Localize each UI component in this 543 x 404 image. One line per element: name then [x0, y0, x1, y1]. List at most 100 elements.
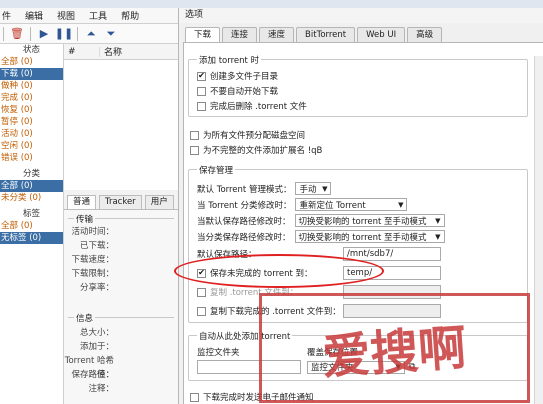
info-field-label-4: 注释：	[88, 384, 114, 394]
torrent-list[interactable]	[64, 60, 178, 190]
options-scrollbar[interactable]	[534, 56, 543, 404]
create-subfolder-label: 创建多文件子目录	[210, 72, 279, 82]
default-path-changed-label: 当默认保存路径修改时：	[197, 216, 291, 227]
tab-trackers[interactable]: Tracker	[99, 195, 142, 209]
category-path-changed-value: 切换受影响的 torrent 至手动模式	[298, 232, 427, 243]
tag-header: 标签	[22, 209, 40, 219]
column-number[interactable]: #	[64, 46, 100, 57]
info-field-label-0: 总大小：	[79, 328, 114, 338]
category-filter-1[interactable]: 未分类 (0)	[0, 192, 63, 204]
toolbar-separator	[77, 26, 78, 41]
delete-torrent-option[interactable]: 完成后删除 .torrent 文件	[197, 100, 307, 112]
tab-webui[interactable]: Web UI	[357, 27, 406, 42]
pause-icon[interactable]: ❚❚	[54, 25, 74, 43]
highlight-annotation	[174, 254, 384, 288]
chevron-down-icon: ▼	[435, 216, 441, 225]
detail-tabs: 普通 Tracker 用户	[64, 194, 178, 210]
info-field-label-2: Torrent 哈希值：	[64, 356, 114, 380]
append-ext-checkbox[interactable]	[190, 145, 199, 155]
dialog-title: 选项	[179, 8, 543, 23]
save-management-legend: 保存管理	[197, 164, 236, 176]
info-field-label-3: 保存路径：	[71, 370, 114, 380]
tab-general[interactable]: 普通	[67, 195, 97, 209]
copy-finished-checkbox[interactable]	[197, 306, 206, 316]
menu-bar: 件 编辑 视图 工具 帮助	[0, 8, 178, 24]
chevron-down-icon: ▼	[398, 200, 404, 209]
tab-peers[interactable]: 用户	[144, 195, 174, 209]
move-up-icon[interactable]: ⏶	[81, 25, 101, 43]
delete-torrent-checkbox[interactable]	[197, 101, 206, 111]
menu-help[interactable]: 帮助	[121, 9, 139, 22]
watermark-stamp: 爱搜啊	[259, 293, 530, 403]
category-changed-select[interactable]: 重新定位 Torrent ▼	[295, 198, 408, 211]
append-ext-option[interactable]: 为不完整的文件添加扩展名 !qB	[190, 144, 322, 156]
status-filter-0[interactable]: 全部 (0)	[0, 56, 63, 68]
detail-panel: 传输 活动时间： 已下载： 下载速度： 下载限制： 分享率： 信息 总大小： 添加于： To…	[64, 210, 178, 404]
transfer-field-label-3: 下载限制：	[71, 269, 114, 279]
status-filter-7[interactable]: 空闲 (0)	[0, 140, 63, 152]
status-filter-2[interactable]: 做种 (0)	[0, 80, 63, 92]
menu-edit[interactable]: 编辑	[25, 9, 43, 22]
transfer-field-label-1: 已下载：	[79, 241, 114, 251]
tab-advanced[interactable]: 高级	[407, 27, 443, 42]
status-filter-4[interactable]: 恢复 (0)	[0, 104, 63, 116]
tab-downloads[interactable]: 下载	[185, 27, 221, 42]
add-torrent-group: 添加 torrent 时 ✔ 创建多文件子目录 不要自动开始下载 完成后删除 .…	[188, 54, 528, 117]
prealloc-option[interactable]: 为所有文件预分配磁盘空间	[190, 129, 305, 141]
default-path-changed-select[interactable]: 切换受影响的 torrent 至手动模式 ▼	[294, 214, 445, 227]
category-changed-label: 当 Torrent 分类修改时：	[197, 200, 292, 211]
no-autostart-checkbox[interactable]	[197, 86, 206, 96]
mode-select[interactable]: 手动 ▼	[295, 182, 332, 195]
mode-label: 默认 Torrent 管理模式：	[197, 184, 292, 195]
status-filter-5[interactable]: 暂停 (0)	[0, 116, 63, 128]
move-down-icon[interactable]: ⏷	[101, 25, 121, 43]
prealloc-checkbox[interactable]	[190, 130, 199, 140]
category-path-changed-select[interactable]: 切换受影响的 torrent 至手动模式 ▼	[294, 230, 445, 243]
category-path-changed-label: 当分类保存路径修改时：	[197, 232, 291, 243]
filter-sidebar: 状态 全部 (0) 下载 (0) 做种 (0) 完成 (0) 恢复 (0) 暂停 (0) 活…	[0, 44, 64, 404]
toolbar-separator	[3, 26, 4, 41]
torrent-list-header: # 名称	[64, 44, 178, 60]
transfer-group-title: 传输	[74, 213, 96, 225]
category-filter-0[interactable]: 全部 (0)	[0, 180, 63, 192]
status-header: 状态	[22, 45, 40, 55]
status-filter-8[interactable]: 错误 (0)	[0, 152, 63, 164]
tab-connection[interactable]: 连接	[222, 27, 258, 42]
window-title-bar	[0, 0, 543, 8]
no-autostart-option[interactable]: 不要自动开始下载	[197, 85, 278, 97]
tab-speed[interactable]: 速度	[259, 27, 295, 42]
tag-filter-0[interactable]: 全部 (0)	[0, 220, 63, 232]
menu-file[interactable]: 件	[2, 9, 11, 22]
options-tabs: 下载 连接 速度 BitTorrent Web UI 高级	[185, 27, 444, 42]
transfer-field-label-2: 下载速度：	[71, 255, 114, 265]
menu-view[interactable]: 视图	[57, 9, 75, 22]
delete-icon[interactable]: 🗑	[7, 25, 27, 43]
copy-torrent-checkbox[interactable]	[197, 287, 206, 297]
watermark-text: 爱搜啊	[321, 320, 469, 386]
status-filter-3[interactable]: 完成 (0)	[0, 92, 63, 104]
chevron-down-icon: ▼	[322, 184, 328, 193]
menu-tools[interactable]: 工具	[89, 9, 107, 22]
toolbar-separator	[30, 26, 31, 41]
status-filter-1[interactable]: 下载 (0)	[0, 68, 63, 80]
chevron-down-icon: ▼	[435, 232, 441, 241]
delete-torrent-label: 完成后删除 .torrent 文件	[210, 102, 307, 112]
transfer-field-label-4: 分享率：	[79, 283, 114, 293]
play-icon[interactable]: ▶	[34, 25, 54, 43]
create-subfolder-checkbox[interactable]: ✔	[197, 71, 206, 81]
transfer-field-label-0: 活动时间：	[71, 227, 114, 237]
info-group-title: 信息	[74, 312, 96, 324]
prealloc-label: 为所有文件预分配磁盘空间	[203, 131, 306, 141]
tag-filter-1[interactable]: 无标签 (0)	[0, 232, 63, 244]
add-torrent-legend: 添加 torrent 时	[197, 54, 262, 66]
category-header: 分类	[22, 169, 40, 179]
status-filter-6[interactable]: 活动 (0)	[0, 128, 63, 140]
default-path-changed-value: 切换受影响的 torrent 至手动模式	[298, 216, 427, 227]
mode-select-value: 手动	[299, 184, 317, 195]
toolbar: 🗑 ▶ ❚❚ ⏶ ⏷	[0, 24, 178, 44]
tab-bittorrent[interactable]: BitTorrent	[296, 27, 356, 42]
email-notify-checkbox[interactable]	[190, 392, 199, 402]
no-autostart-label: 不要自动开始下载	[210, 87, 279, 97]
create-subfolder-option[interactable]: ✔ 创建多文件子目录	[197, 70, 278, 82]
column-name[interactable]: 名称	[100, 45, 122, 58]
